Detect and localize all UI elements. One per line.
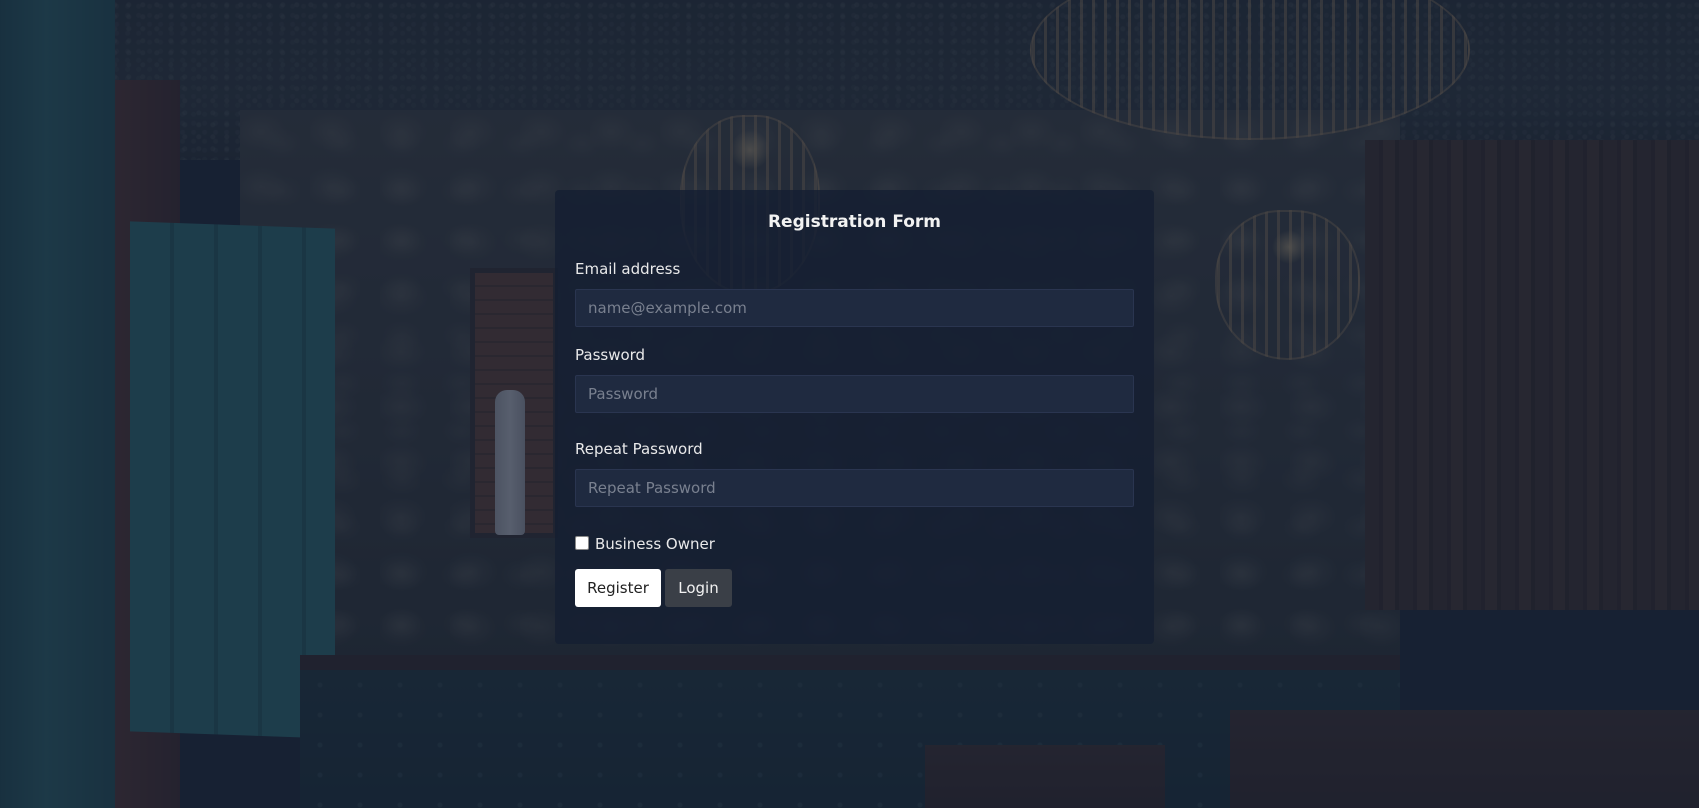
register-button[interactable]: Register [575, 569, 661, 607]
business-owner-row: Business Owner [575, 533, 1134, 555]
form-title: Registration Form [767, 212, 942, 232]
registration-form: Registration Form Email address Password… [555, 190, 1154, 644]
email-field[interactable] [575, 289, 1134, 327]
email-label: Email address [575, 260, 681, 278]
password-field[interactable] [575, 375, 1134, 413]
business-owner-label: Business Owner [595, 535, 715, 553]
repeat-password-field[interactable] [575, 469, 1134, 507]
business-owner-checkbox[interactable] [575, 536, 589, 550]
button-row: Register Login [575, 569, 1134, 607]
login-button[interactable]: Login [665, 569, 732, 607]
password-label: Password [575, 346, 646, 364]
repeat-password-label: Repeat Password [575, 440, 703, 458]
